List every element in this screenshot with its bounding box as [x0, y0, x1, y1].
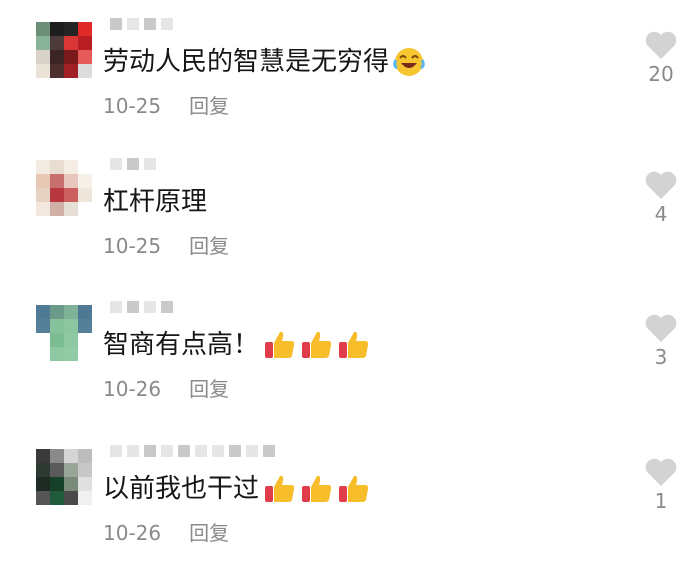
like-button[interactable]: 4 — [640, 170, 682, 226]
thumbs-up-icon — [302, 475, 332, 502]
comment-date: 10-26 — [103, 521, 162, 545]
comment-text: 智商有点高！ — [103, 329, 371, 361]
comment-item: 劳动人民的智慧是无穷得 10-25 回复 20 — [0, 0, 700, 140]
thumbs-up-icon — [339, 331, 369, 358]
comment-meta: 10-26 回复 — [103, 377, 229, 401]
avatar[interactable] — [36, 305, 92, 361]
username[interactable] — [110, 445, 275, 459]
comment-text: 劳动人民的智慧是无穷得 — [103, 46, 425, 78]
thumbs-up-icon — [265, 475, 295, 502]
like-button[interactable]: 1 — [640, 457, 682, 513]
comment-text: 杠杆原理 — [103, 187, 208, 217]
heart-icon — [645, 31, 677, 59]
laughing-face-emoji-icon — [393, 46, 425, 78]
like-count: 20 — [648, 62, 674, 86]
heart-icon — [645, 171, 677, 199]
comment-item: 智商有点高！ 10-26 回复 3 — [0, 283, 700, 423]
comment-date: 10-25 — [103, 94, 162, 118]
avatar[interactable] — [36, 449, 92, 505]
like-count: 1 — [654, 489, 668, 513]
like-count: 4 — [654, 202, 668, 226]
reply-button[interactable]: 回复 — [189, 234, 229, 258]
comment-date: 10-25 — [103, 234, 162, 258]
comment-meta: 10-26 回复 — [103, 521, 229, 545]
comment-meta: 10-25 回复 — [103, 94, 229, 118]
comment-item: 以前我也干过 10-26 回复 1 — [0, 427, 700, 567]
reply-button[interactable]: 回复 — [189, 377, 229, 401]
like-button[interactable]: 20 — [640, 30, 682, 86]
heart-icon — [645, 314, 677, 342]
username[interactable] — [110, 301, 173, 315]
reply-button[interactable]: 回复 — [189, 94, 229, 118]
comment-text: 以前我也干过 — [103, 473, 371, 505]
avatar[interactable] — [36, 22, 92, 78]
avatar[interactable] — [36, 160, 92, 216]
like-count: 3 — [654, 345, 668, 369]
heart-icon — [645, 458, 677, 486]
thumbs-up-emoji-group — [263, 329, 371, 361]
username[interactable] — [110, 158, 156, 172]
comment-meta: 10-25 回复 — [103, 234, 229, 258]
thumbs-up-emoji-group — [263, 473, 371, 505]
thumbs-up-icon — [265, 331, 295, 358]
comment-date: 10-26 — [103, 377, 162, 401]
comment-item: 杠杆原理 10-25 回复 4 — [0, 140, 700, 280]
thumbs-up-icon — [302, 331, 332, 358]
like-button[interactable]: 3 — [640, 313, 682, 369]
username[interactable] — [110, 18, 173, 32]
reply-button[interactable]: 回复 — [189, 521, 229, 545]
thumbs-up-icon — [339, 475, 369, 502]
